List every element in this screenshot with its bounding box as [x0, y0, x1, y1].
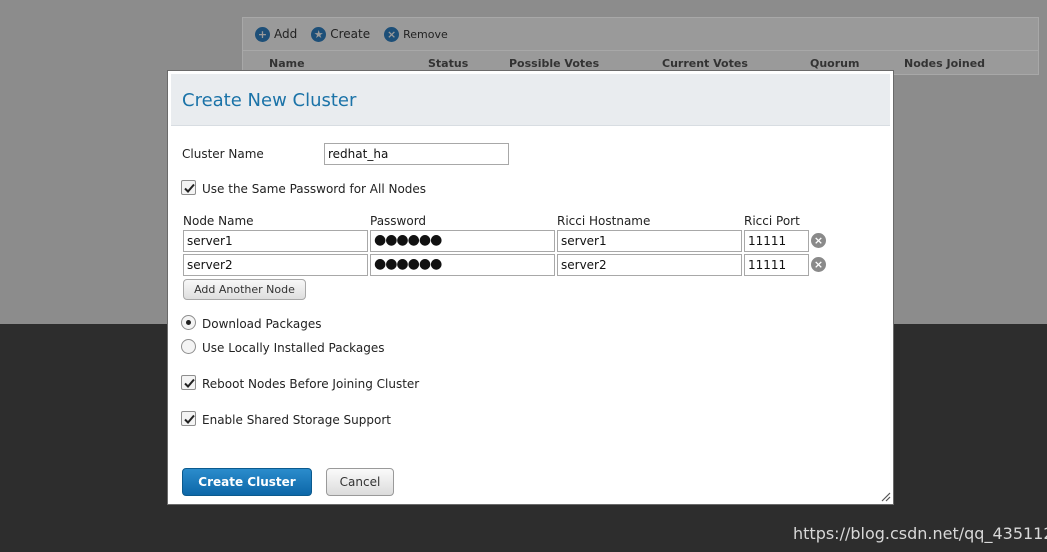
create-cluster-button[interactable]: Create Cluster: [182, 468, 312, 496]
add-button[interactable]: + Add: [255, 26, 298, 42]
same-password-checkbox[interactable]: [181, 180, 196, 195]
cluster-name-label: Cluster Name: [182, 147, 264, 161]
column-header-nodes-joined[interactable]: Nodes Joined: [904, 57, 985, 70]
star-icon: ★: [311, 26, 327, 42]
same-password-label: Use the Same Password for All Nodes: [202, 182, 427, 196]
remove-button-label: Remove: [403, 27, 448, 41]
dialog-header[interactable]: Create New Cluster: [171, 74, 890, 126]
node-password-input[interactable]: ●●●●●●: [370, 230, 555, 252]
column-header-possible-votes[interactable]: Possible Votes: [509, 57, 599, 70]
node-name-input[interactable]: server1: [183, 230, 368, 252]
cancel-button[interactable]: Cancel: [326, 468, 394, 496]
local-packages-label: Use Locally Installed Packages: [202, 341, 385, 355]
plus-icon: +: [255, 26, 270, 42]
reboot-nodes-label: Reboot Nodes Before Joining Cluster: [202, 377, 420, 391]
reboot-nodes-checkbox[interactable]: [181, 375, 196, 390]
ricci-hostname-input[interactable]: server2: [557, 254, 742, 276]
dialog-title: Create New Cluster: [182, 90, 357, 111]
add-another-node-button[interactable]: Add Another Node: [183, 279, 306, 300]
shared-storage-checkbox[interactable]: [181, 411, 196, 426]
column-ricci-port: Ricci Port: [744, 214, 800, 228]
create-cluster-dialog: Create New Cluster Cluster Name redhat_h…: [167, 70, 894, 505]
close-icon: ×: [384, 26, 400, 42]
cluster-list-panel: + Add ★ Create × Remove Name Status Poss…: [242, 17, 1039, 75]
column-header-name[interactable]: Name: [269, 57, 305, 70]
column-header-status[interactable]: Status: [428, 57, 468, 70]
remove-button[interactable]: × Remove: [384, 26, 448, 42]
ricci-hostname-input[interactable]: server1: [557, 230, 742, 252]
watermark-text: https://blog.csdn.net/qq_43511217: [793, 524, 1047, 543]
shared-storage-label: Enable Shared Storage Support: [202, 413, 391, 427]
create-button-label: Create: [330, 27, 371, 41]
node-password-input[interactable]: ●●●●●●: [370, 254, 555, 276]
ricci-port-input[interactable]: 11111: [744, 230, 809, 252]
remove-node-icon[interactable]: ×: [811, 233, 826, 248]
resize-grip-icon[interactable]: [879, 490, 891, 502]
remove-node-icon[interactable]: ×: [811, 257, 826, 272]
column-header-current-votes[interactable]: Current Votes: [662, 57, 748, 70]
column-ricci-hostname: Ricci Hostname: [557, 214, 651, 228]
local-packages-radio[interactable]: [181, 339, 196, 354]
download-packages-label: Download Packages: [202, 317, 322, 331]
column-node-name: Node Name: [183, 214, 254, 228]
column-password: Password: [370, 214, 427, 228]
create-button[interactable]: ★ Create: [311, 26, 371, 42]
checkmark-icon: [184, 378, 195, 388]
add-button-label: Add: [274, 27, 298, 41]
checkmark-icon: [184, 414, 195, 424]
cluster-toolbar: + Add ★ Create × Remove: [243, 18, 1038, 51]
ricci-port-input[interactable]: 11111: [744, 254, 809, 276]
checkmark-icon: [184, 183, 195, 193]
cluster-name-input[interactable]: redhat_ha: [324, 143, 509, 165]
column-header-quorum[interactable]: Quorum: [810, 57, 859, 70]
node-name-input[interactable]: server2: [183, 254, 368, 276]
download-packages-radio[interactable]: [181, 315, 196, 330]
